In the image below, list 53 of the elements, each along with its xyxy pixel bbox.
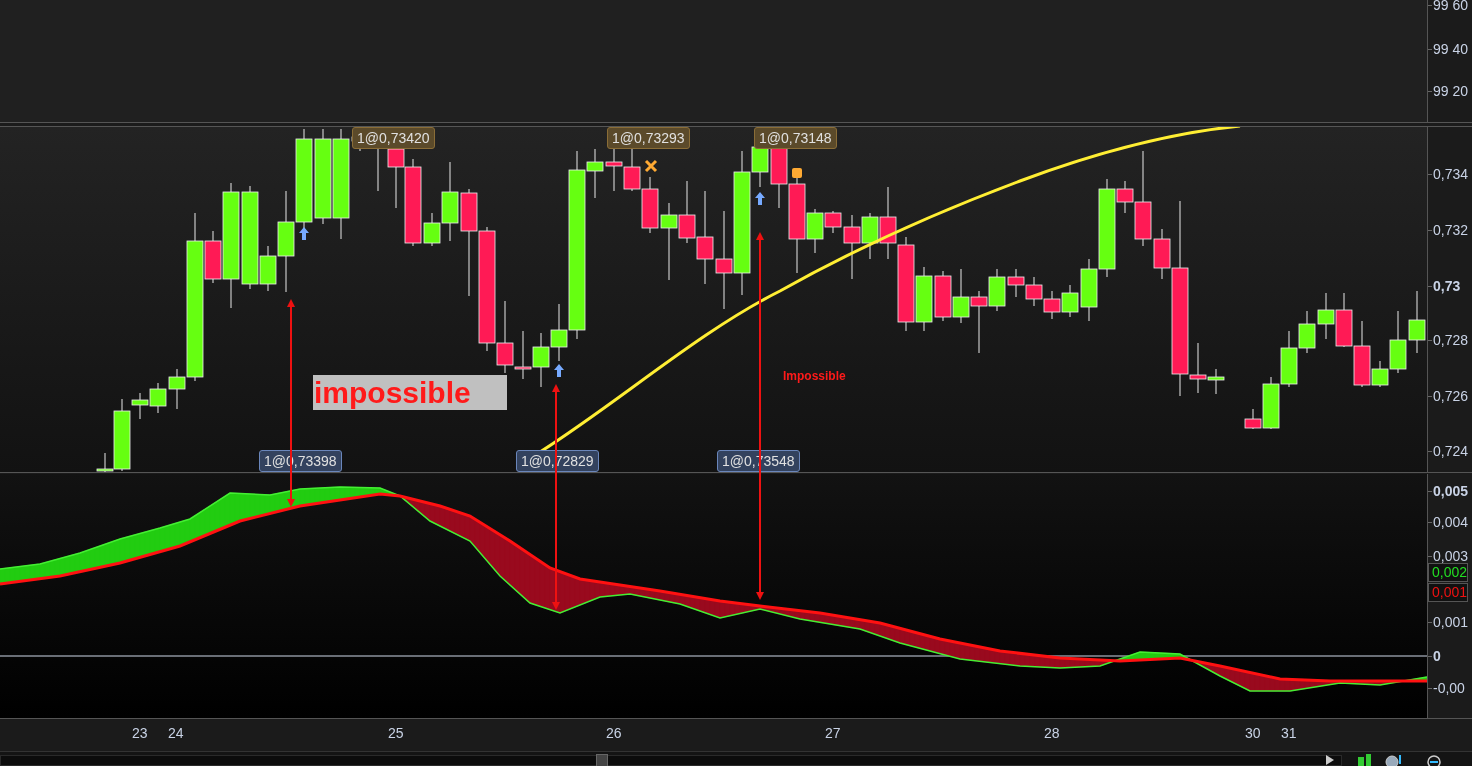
date-label: 25 bbox=[388, 725, 404, 741]
axis-label: -0,00 bbox=[1433, 680, 1465, 696]
value-badge: 0,001 bbox=[1428, 583, 1469, 602]
date-label: 24 bbox=[168, 725, 184, 741]
play-icon[interactable] bbox=[1326, 755, 1334, 765]
value-badge: 0,002 bbox=[1428, 563, 1469, 582]
candlestick bbox=[1408, 290, 1426, 354]
candlestick bbox=[605, 148, 623, 192]
cross-icon bbox=[644, 159, 658, 173]
axis-label: 0,001 bbox=[1433, 614, 1469, 630]
sell-order-label: 1@0,73293 bbox=[607, 127, 690, 149]
candlestick bbox=[149, 382, 167, 414]
sell-order-label: 1@0,73148 bbox=[754, 127, 837, 149]
axis-label: 0,005 bbox=[1433, 483, 1469, 499]
date-label: 31 bbox=[1281, 725, 1297, 741]
candlestick bbox=[641, 176, 659, 234]
date-label: 30 bbox=[1245, 725, 1261, 741]
candlestick bbox=[1335, 292, 1353, 348]
candlestick bbox=[1317, 292, 1335, 340]
up-arrow-icon bbox=[299, 227, 309, 240]
up-arrow-icon bbox=[554, 364, 564, 377]
date-label: 26 bbox=[606, 725, 622, 741]
annotation-label: impossible bbox=[313, 375, 507, 410]
candlestick bbox=[1298, 310, 1316, 354]
annotation-text: Impossible bbox=[783, 369, 846, 383]
candlestick bbox=[1025, 276, 1043, 307]
candlestick bbox=[532, 332, 550, 388]
axis-label: 99 60 bbox=[1433, 0, 1469, 13]
axis-label: 0,004 bbox=[1433, 514, 1469, 530]
date-label: 28 bbox=[1044, 725, 1060, 741]
square-icon bbox=[792, 168, 802, 178]
axis-label: 0,724 bbox=[1433, 443, 1469, 459]
zoom-out-icon[interactable] bbox=[1427, 755, 1441, 766]
axis-label: 99 20 bbox=[1433, 83, 1469, 99]
axis-label: 0,003 bbox=[1433, 548, 1469, 564]
zoom-in-icon[interactable] bbox=[1385, 754, 1401, 766]
candlestick bbox=[934, 270, 952, 322]
date-label: 23 bbox=[132, 725, 148, 741]
axis-label: 0 bbox=[1433, 648, 1441, 664]
scrollbar-track[interactable] bbox=[0, 755, 1342, 766]
up-arrow-icon bbox=[755, 192, 765, 205]
axis-label: 0,726 bbox=[1433, 388, 1469, 404]
axis-label: 99 40 bbox=[1433, 41, 1469, 57]
candlestick bbox=[623, 148, 641, 192]
candlestick bbox=[1043, 290, 1061, 320]
scrollbar-thumb[interactable] bbox=[596, 754, 608, 766]
candlestick bbox=[952, 268, 970, 324]
axis-label: 0,73 bbox=[1433, 278, 1461, 294]
date-label: 27 bbox=[825, 725, 841, 741]
candlestick bbox=[1280, 330, 1298, 388]
axis-label: 0,734 bbox=[1433, 166, 1469, 182]
axis-label: 0,732 bbox=[1433, 222, 1469, 238]
axis-label: 0,728 bbox=[1433, 332, 1469, 348]
